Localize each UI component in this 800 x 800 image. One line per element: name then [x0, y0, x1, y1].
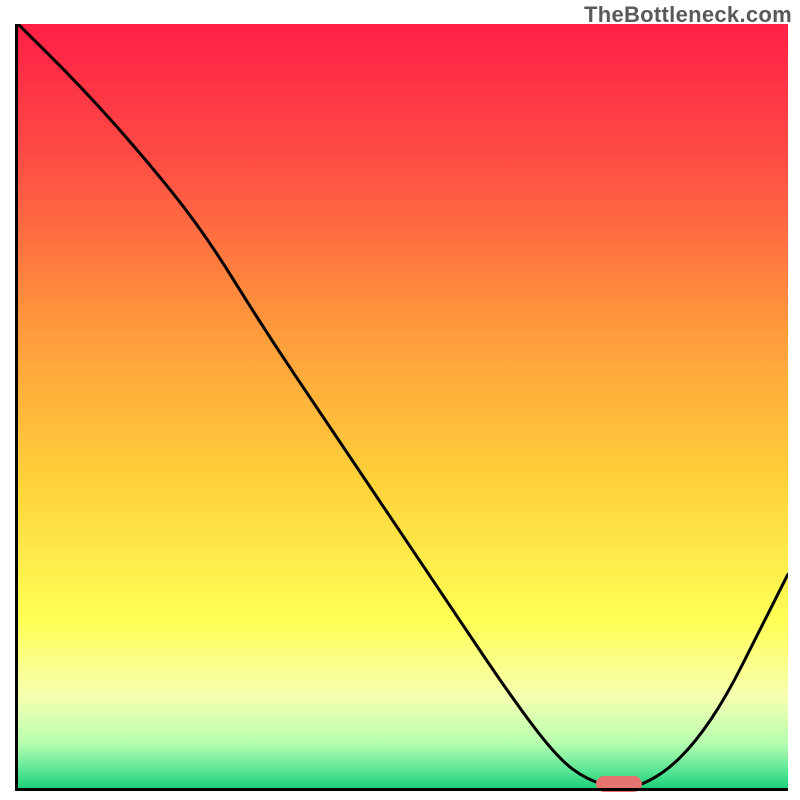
axes-frame	[15, 24, 788, 791]
chart-root: TheBottleneck.com	[0, 0, 800, 800]
